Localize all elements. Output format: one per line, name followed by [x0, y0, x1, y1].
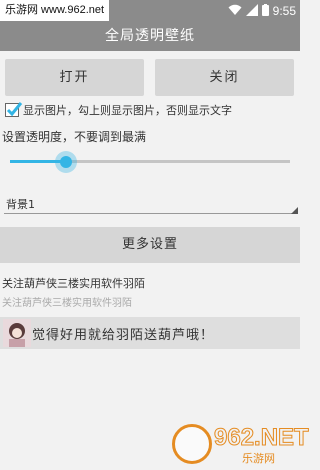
- off-button[interactable]: 关闭: [155, 59, 294, 96]
- follow-link[interactable]: 关注葫芦侠三楼实用软件羽陌: [2, 275, 145, 291]
- page-title: 全局透明壁纸: [105, 28, 195, 44]
- status-time: 9:55: [272, 3, 296, 18]
- title-bar: 全局透明壁纸: [0, 21, 300, 51]
- show-image-label: 显示图片，勾上则显示图片，否则显示文字: [23, 104, 232, 117]
- follow-subtitle: 关注葫芦侠三楼实用软件羽陌: [2, 298, 132, 309]
- show-image-checkbox[interactable]: [5, 102, 23, 117]
- banner-text: 觉得好用就给羽陌送葫芦哦！: [32, 328, 215, 343]
- dropdown-corner-icon: [291, 207, 298, 214]
- opacity-slider-track[interactable]: [10, 160, 290, 163]
- battery-icon: [261, 1, 269, 20]
- logo-sub-text: 乐游网: [242, 452, 275, 465]
- spinner-underline: [4, 213, 296, 214]
- logo-circle-icon: [172, 424, 212, 464]
- checkmark-icon: [6, 102, 23, 117]
- signal-icon: [245, 1, 258, 20]
- background-spinner-value: 背景1: [6, 198, 35, 211]
- avatar: [3, 319, 31, 347]
- watermark-label: 乐游网 www.962.net: [0, 0, 110, 21]
- donate-banner[interactable]: 觉得好用就给羽陌送葫芦哦！: [0, 317, 300, 349]
- background-spinner[interactable]: 背景1: [0, 188, 300, 216]
- logo-main-text: 962.NET: [214, 424, 310, 452]
- status-icons: 9:55: [228, 0, 296, 21]
- wifi-icon: [228, 1, 242, 20]
- opacity-slider-thumb[interactable]: [60, 156, 72, 168]
- opacity-label: 设置透明度，不要调到最满: [2, 130, 147, 144]
- show-image-option[interactable]: 显示图片，勾上则显示图片，否则显示文字: [5, 100, 232, 120]
- on-button[interactable]: 打开: [5, 59, 144, 96]
- more-settings-button[interactable]: 更多设置: [0, 227, 300, 263]
- watermark-logo: 962.NET 乐游网: [164, 420, 309, 466]
